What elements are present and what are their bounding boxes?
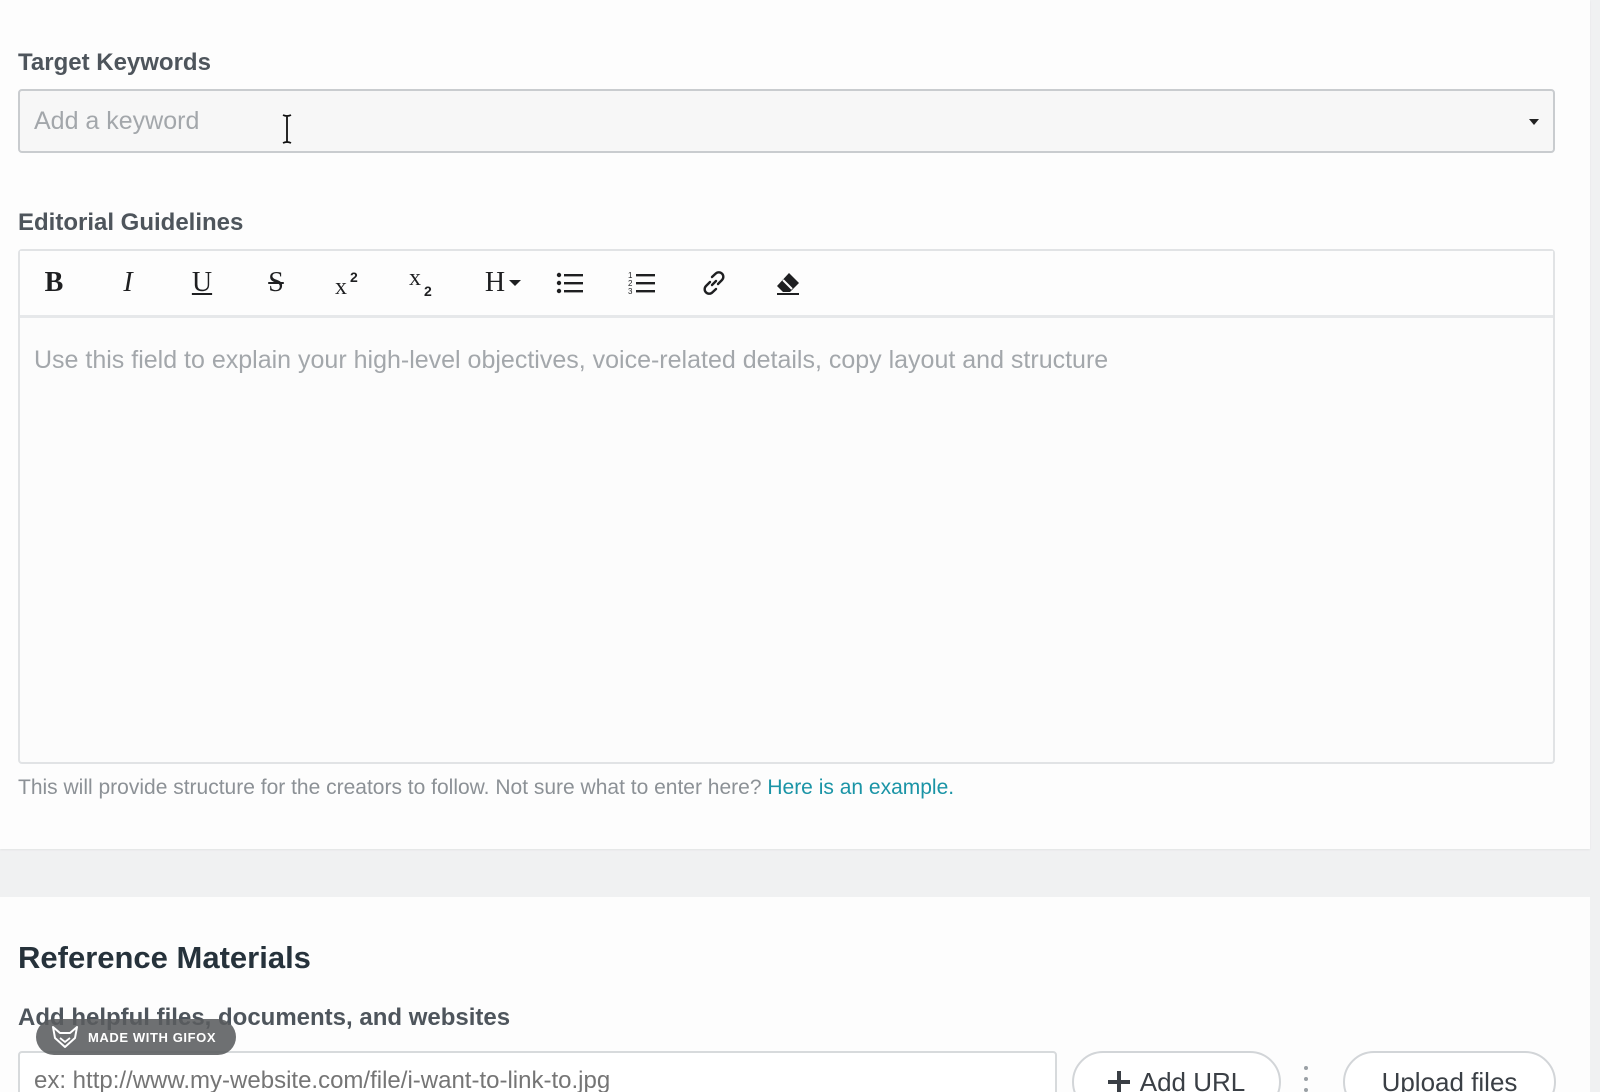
- guidelines-help-text: This will provide structure for the crea…: [18, 776, 954, 800]
- chevron-down-icon: [509, 280, 522, 286]
- eraser-icon: [777, 273, 799, 295]
- gifox-watermark: MADE WITH GIFOX: [36, 1019, 236, 1055]
- brief-details-card: Target Keywords Add a keyword Editorial …: [0, 0, 1590, 849]
- example-link[interactable]: Here is an example.: [767, 776, 954, 799]
- target-keywords-label: Target Keywords: [18, 49, 211, 76]
- reference-url-input[interactable]: [18, 1051, 1057, 1092]
- reference-materials-title: Reference Materials: [18, 940, 311, 975]
- help-text-body: This will provide structure for the crea…: [18, 776, 768, 799]
- heading-dropdown[interactable]: H: [478, 265, 528, 301]
- add-url-button[interactable]: Add URL: [1072, 1051, 1281, 1092]
- numbered-list-button[interactable]: 1 2 3: [622, 265, 662, 301]
- underline-button[interactable]: U: [182, 265, 222, 301]
- superscript-icon: x 2: [335, 269, 358, 297]
- link-button[interactable]: [694, 265, 734, 301]
- svg-text:3: 3: [628, 287, 633, 296]
- upload-files-label: Upload files: [1381, 1066, 1518, 1092]
- text-cursor-icon: [282, 114, 292, 144]
- plus-icon: [1107, 1071, 1130, 1092]
- keyword-placeholder: Add a keyword: [34, 106, 200, 135]
- numbered-list-icon: 1 2 3: [628, 271, 655, 296]
- bold-button[interactable]: B: [34, 265, 74, 301]
- strikethrough-button[interactable]: S: [256, 265, 296, 301]
- caret-down-icon[interactable]: [1529, 119, 1539, 125]
- bullet-list-button[interactable]: [550, 265, 590, 301]
- gifox-watermark-text: MADE WITH GIFOX: [88, 1029, 217, 1045]
- heading-label: H: [484, 267, 506, 298]
- editorial-guidelines-label: Editorial Guidelines: [18, 209, 244, 236]
- svg-text:2: 2: [350, 269, 358, 285]
- svg-text:x: x: [335, 274, 347, 297]
- more-options-icon[interactable]: [1301, 1066, 1311, 1092]
- guidelines-editor[interactable]: B I U S x 2 x 2 H 1 2 3 Use this field t…: [18, 249, 1555, 764]
- add-url-label: Add URL: [1139, 1066, 1246, 1092]
- svg-text:x: x: [409, 268, 421, 291]
- editor-toolbar: B I U S x 2 x 2 H 1 2 3: [20, 251, 1553, 318]
- bullet-list-icon: [556, 272, 583, 294]
- clear-format-button[interactable]: [768, 265, 808, 301]
- svg-text:2: 2: [424, 283, 432, 298]
- upload-files-button[interactable]: Upload files: [1343, 1051, 1556, 1092]
- subscript-icon: x 2: [409, 268, 432, 298]
- subscript-button[interactable]: x 2: [403, 265, 443, 301]
- fox-logo-icon: [52, 1026, 78, 1048]
- link-icon: [703, 271, 725, 295]
- superscript-button[interactable]: x 2: [329, 265, 369, 301]
- editor-placeholder: Use this field to explain your high-leve…: [34, 346, 1109, 374]
- keyword-select[interactable]: Add a keyword: [18, 89, 1555, 153]
- italic-button[interactable]: I: [108, 265, 148, 301]
